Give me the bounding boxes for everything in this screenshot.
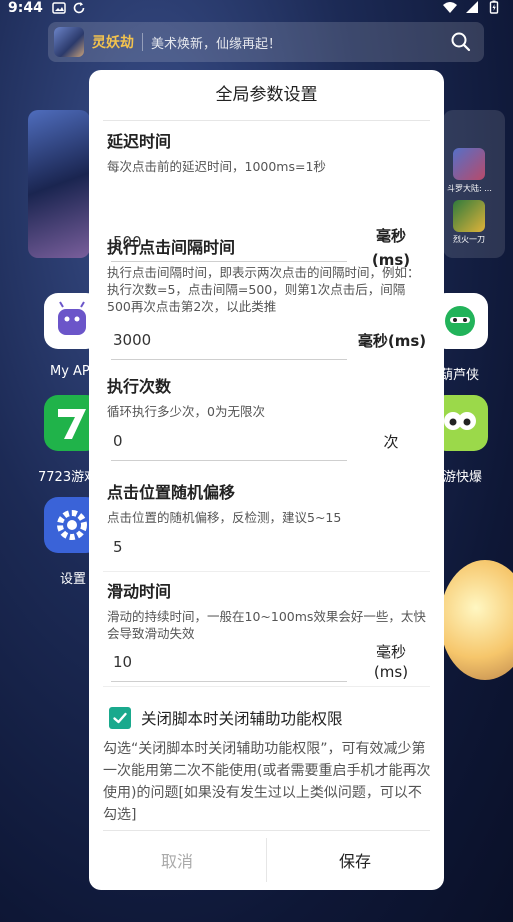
section-description: 点击位置的随机偏移，反检测，建议5~15 (107, 510, 342, 525)
app-label: 设置 (60, 572, 87, 587)
mini-game-label: 烈火一刀 (453, 235, 485, 244)
section-description: 每次点击前的延迟时间，1000ms=1秒 (107, 159, 326, 174)
close-accessibility-checkbox[interactable] (109, 707, 131, 729)
divider (103, 571, 430, 572)
section-heading: 点击位置随机偏移 (107, 483, 236, 502)
offset-input[interactable] (111, 527, 347, 567)
unit-line1: 毫秒 (375, 643, 406, 661)
count-input-row: 次 (107, 421, 427, 465)
mini-game-icon[interactable] (453, 200, 485, 232)
section-swipe-duration: 滑动时间 滑动的持续时间，一般在10~100ms效果会好一些，太快会导致滑动失效… (107, 578, 427, 698)
section-heading: 延迟时间 (107, 132, 172, 151)
unit-line2: (ms) (373, 663, 409, 681)
status-time: 9:44 (8, 0, 43, 16)
checkbox-note: 勾选“关闭脚本时关闭辅助功能权限”，可有效减少第一次能用第二次不能使用(或者需要… (103, 741, 431, 823)
section-description: 滑动的持续时间，一般在10~100ms效果会好一些，太快会导致滑动失效 (107, 609, 426, 641)
status-icons-left (52, 1, 86, 15)
swipe-input-row: 毫秒 (ms) (107, 642, 427, 686)
divider (103, 686, 430, 687)
unit-label: 次 (383, 433, 399, 451)
global-settings-dialog: 全局参数设置 延迟时间 每次点击前的延迟时间，1000ms=1秒 毫秒 (ms)… (89, 70, 444, 890)
section-heading: 执行次数 (107, 377, 172, 396)
mini-game-icon[interactable] (453, 148, 485, 180)
mini-game-label: 斗罗大陆: ... (447, 184, 492, 193)
checkmark-icon (113, 712, 127, 724)
swipe-input[interactable] (111, 642, 347, 682)
unit-label: 毫秒 (ms) (369, 642, 413, 682)
count-input[interactable] (111, 421, 347, 461)
image-icon (52, 2, 66, 14)
app-label: 游快爆 (443, 470, 483, 485)
section-heading: 滑动时间 (107, 582, 172, 601)
save-button[interactable]: 保存 (267, 831, 443, 889)
interval-input[interactable] (111, 320, 347, 360)
interval-input-row: 毫秒(ms) (107, 320, 427, 364)
game-widget-left[interactable] (28, 110, 90, 258)
signal-icon (466, 1, 478, 13)
section-delay: 延迟时间 每次点击前的延迟时间，1000ms=1秒 毫秒 (ms) (107, 128, 427, 269)
app-label: 葫芦侠 (440, 368, 480, 383)
search-bar[interactable]: 灵妖劫 美术焕新，仙缘再起！ (48, 22, 484, 62)
section-description: 执行点击间隔时间，即表示两次点击的间隔时间，例如：执行次数=5，点击间隔=500… (107, 265, 420, 314)
divider (103, 120, 430, 121)
search-app-name: 灵妖劫 (92, 35, 134, 51)
section-random-offset: 点击位置随机偏移 点击位置的随机偏移，反检测，建议5~15 (107, 479, 427, 579)
section-heading: 执行点击间隔时间 (107, 238, 236, 257)
search-hint: 美术焕新，仙缘再起！ (151, 36, 282, 52)
search-divider (142, 33, 143, 51)
sync-icon (73, 2, 85, 14)
search-icon[interactable] (450, 31, 472, 53)
status-bar: 9:44 (0, 0, 513, 18)
cancel-button[interactable]: 取消 (89, 831, 265, 889)
checkbox-label: 关闭脚本时关闭辅助功能权限 (141, 710, 343, 728)
dialog-title: 全局参数设置 (215, 85, 318, 105)
section-execution-count: 执行次数 循环执行多少次，0为无限次 次 (107, 373, 427, 473)
planet-decoration (440, 560, 513, 680)
close-accessibility-row[interactable]: 关闭脚本时关闭辅助功能权限 (109, 706, 429, 730)
app-label: My AP (50, 364, 90, 379)
battery-icon (489, 0, 499, 14)
unit-label: 毫秒(ms) (357, 332, 427, 350)
offset-input-row (107, 527, 427, 571)
section-click-interval: 执行点击间隔时间 执行点击间隔时间，即表示两次点击的间隔时间，例如：执行次数=5… (107, 234, 427, 364)
wifi-icon (443, 2, 457, 13)
status-icons-right (443, 0, 501, 14)
section-description: 循环执行多少次，0为无限次 (107, 404, 265, 419)
app-avatar (54, 27, 84, 57)
